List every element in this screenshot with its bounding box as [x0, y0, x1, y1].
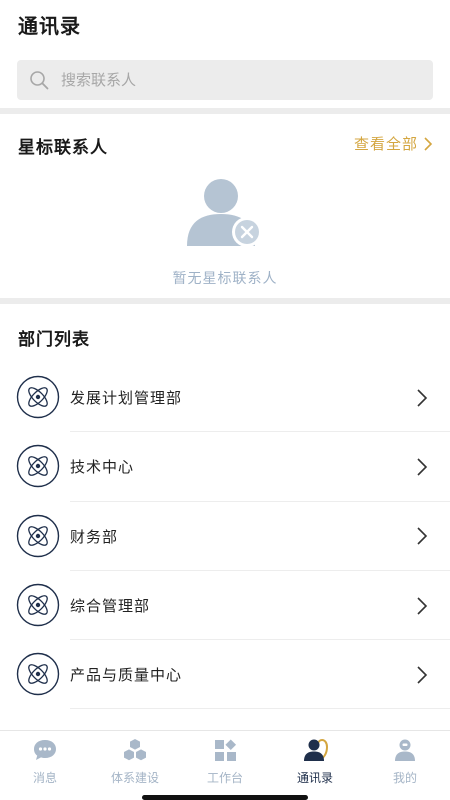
bottom-tab-bar: 消息 体系建设 工作台 通讯录 我的	[0, 730, 450, 800]
department-label: 综合管理部	[70, 597, 151, 616]
search-icon	[30, 71, 49, 90]
department-item[interactable]: 财务部	[0, 502, 450, 571]
tab-label: 体系建设	[110, 771, 159, 785]
department-label: 财务部	[70, 527, 119, 546]
chevron-right-icon	[417, 666, 428, 684]
departments-section-title: 部门列表	[18, 330, 90, 350]
section-divider	[0, 298, 450, 304]
contacts-page: 通讯录 星标联系人 查看全部 暂无星标联系人 部门列表	[0, 0, 450, 800]
tab-profile[interactable]: 我的	[360, 731, 450, 800]
department-item[interactable]: 产品与质量中心	[0, 640, 450, 710]
chevron-right-icon	[417, 389, 428, 407]
search-input[interactable]	[61, 71, 391, 89]
chevron-right-icon	[424, 136, 433, 151]
atom-icon	[16, 375, 60, 419]
view-all-label: 查看全部	[353, 135, 418, 153]
empty-starred-text: 暂无星标联系人	[172, 271, 278, 287]
department-item[interactable]: 发展计划管理部	[0, 363, 450, 433]
tab-contacts[interactable]: 通讯录	[270, 731, 360, 800]
chat-bubble-icon	[34, 740, 56, 760]
starred-section-title: 星标联系人	[18, 138, 108, 158]
department-label: 技术中心	[70, 458, 135, 477]
home-indicator	[142, 795, 308, 800]
chevron-right-icon	[417, 527, 428, 545]
row-divider	[70, 708, 450, 710]
section-divider	[0, 108, 450, 114]
atom-icon	[16, 514, 60, 557]
grid-icon	[215, 739, 237, 761]
department-item[interactable]: 综合管理部	[0, 571, 450, 641]
tab-workbench[interactable]: 工作台	[180, 731, 270, 800]
empty-contact-icon	[187, 179, 262, 247]
department-list: 发展计划管理部 技术中心 财务部 综合管理部 产品与质量中心	[0, 363, 450, 710]
profile-icon	[395, 739, 415, 761]
chevron-right-icon	[417, 458, 428, 476]
atom-icon	[16, 445, 60, 488]
search-bar[interactable]	[17, 60, 433, 100]
view-all-link[interactable]: 查看全部	[354, 133, 434, 154]
department-label: 产品与质量中心	[70, 666, 183, 685]
atom-icon	[16, 652, 60, 696]
chevron-right-icon	[417, 596, 428, 615]
contacts-icon	[304, 738, 328, 761]
atom-icon	[16, 583, 60, 627]
department-item[interactable]: 技术中心	[0, 432, 450, 502]
tab-label: 工作台	[206, 771, 243, 785]
tab-label: 通讯录	[296, 771, 333, 785]
tab-messages[interactable]: 消息	[0, 731, 90, 800]
cubes-icon	[124, 739, 146, 761]
tab-label: 消息	[32, 771, 57, 785]
page-title: 通讯录	[18, 14, 81, 38]
department-label: 发展计划管理部	[70, 389, 183, 408]
tab-system-building[interactable]: 体系建设	[90, 731, 180, 800]
tab-label: 我的	[392, 771, 417, 785]
